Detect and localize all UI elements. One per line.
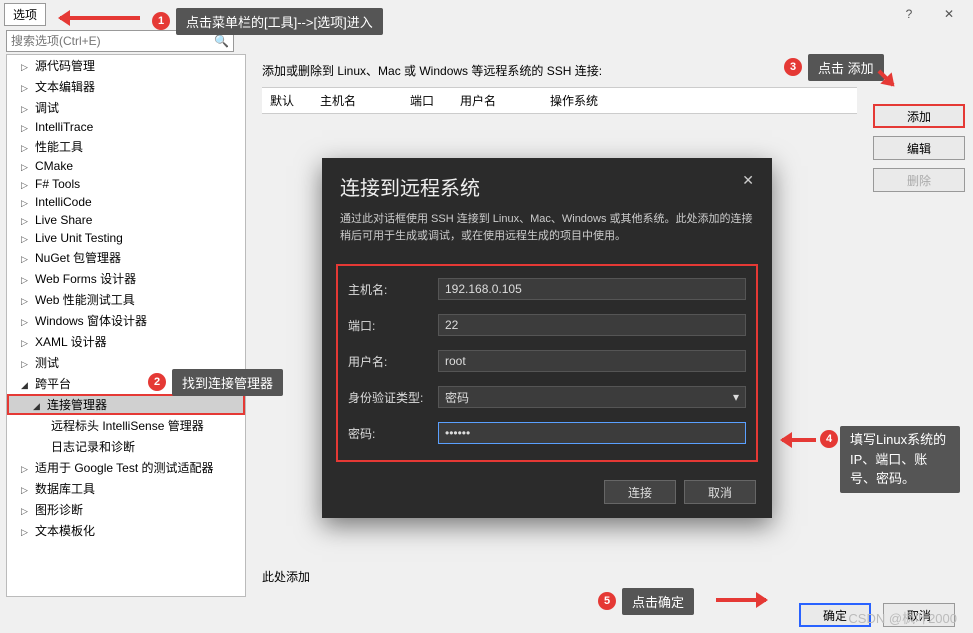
tree-item[interactable]: 文本模板化	[7, 520, 245, 541]
anno-badge-1: 1	[152, 12, 170, 30]
tree-item[interactable]: 文本编辑器	[7, 76, 245, 97]
edit-button[interactable]: 编辑	[873, 136, 965, 160]
connections-table-header: 默认 主机名 端口 用户名 操作系统	[262, 87, 857, 114]
panel-description: 添加或删除到 Linux、Mac 或 Windows 等远程系统的 SSH 连接…	[262, 62, 857, 79]
tree-child[interactable]: 日志记录和诊断	[7, 436, 245, 457]
tree-item[interactable]: IntelliTrace	[7, 118, 245, 136]
label-host: 主机名:	[348, 281, 438, 298]
anno-tip-1: 点击菜单栏的[工具]-->[选项]进入	[176, 8, 383, 35]
col-port: 端口	[402, 88, 452, 113]
auth-type-select[interactable]: 密码 ▾	[438, 386, 746, 408]
label-auth: 身份验证类型:	[348, 389, 438, 406]
add-button[interactable]: 添加	[873, 104, 965, 128]
user-input[interactable]	[438, 350, 746, 372]
anno-badge-2: 2	[148, 373, 166, 391]
options-tree[interactable]: 源代码管理 文本编辑器 调试 IntelliTrace 性能工具 CMake F…	[6, 54, 246, 597]
close-icon[interactable]: ✕	[929, 7, 969, 21]
ok-button[interactable]: 确定	[799, 603, 871, 627]
tree-item[interactable]: Web 性能测试工具	[7, 289, 245, 310]
auth-type-value: 密码	[445, 389, 469, 406]
tree-item[interactable]: CMake	[7, 157, 245, 175]
tree-item[interactable]: 性能工具	[7, 136, 245, 157]
anno-arrow-5	[716, 598, 766, 602]
tree-item[interactable]: 源代码管理	[7, 55, 245, 76]
col-user: 用户名	[452, 88, 542, 113]
remote-form: 主机名: 端口: 用户名: 身份验证类型: 密码 ▾ 密码:	[336, 264, 758, 462]
anno-badge-4: 4	[820, 430, 838, 448]
tree-item[interactable]: 数据库工具	[7, 478, 245, 499]
dialog-cancel-button[interactable]: 取消	[684, 480, 756, 504]
help-icon[interactable]: ?	[889, 7, 929, 21]
col-os: 操作系统	[542, 88, 857, 113]
dialog-description: 通过此对话框使用 SSH 连接到 Linux、Mac、Windows 或其他系统…	[322, 205, 772, 256]
connect-remote-dialog: 连接到远程系统 ✕ 通过此对话框使用 SSH 连接到 Linux、Mac、Win…	[322, 158, 772, 518]
anno-badge-3: 3	[784, 58, 802, 76]
chevron-down-icon: ▾	[733, 390, 739, 404]
tree-child[interactable]: 远程标头 IntelliSense 管理器	[7, 415, 245, 436]
delete-button[interactable]: 删除	[873, 168, 965, 192]
anno-arrow-1	[60, 16, 140, 20]
cancel-button[interactable]: 取消	[883, 603, 955, 627]
tree-item[interactable]: 图形诊断	[7, 499, 245, 520]
tree-item[interactable]: 调试	[7, 97, 245, 118]
tree-item[interactable]: Live Unit Testing	[7, 229, 245, 247]
anno-tip-5: 点击确定	[622, 588, 694, 615]
connect-button[interactable]: 连接	[604, 480, 676, 504]
tree-item[interactable]: Live Share	[7, 211, 245, 229]
search-input[interactable]	[11, 34, 214, 48]
col-default: 默认	[262, 88, 312, 113]
tree-item[interactable]: Windows 窗体设计器	[7, 310, 245, 331]
options-title-tab: 选项	[4, 3, 46, 26]
port-input[interactable]	[438, 314, 746, 336]
footer-text: 此处添加	[262, 568, 310, 585]
dialog-title: 连接到远程系统	[340, 172, 480, 201]
label-port: 端口:	[348, 317, 438, 334]
tree-item[interactable]: NuGet 包管理器	[7, 247, 245, 268]
anno-arrow-4	[782, 438, 816, 442]
tree-item[interactable]: IntelliCode	[7, 193, 245, 211]
tree-item[interactable]: XAML 设计器	[7, 331, 245, 352]
anno-tip-2: 找到连接管理器	[172, 369, 283, 396]
label-password: 密码:	[348, 425, 438, 442]
tree-item-connection-manager[interactable]: 连接管理器	[7, 394, 245, 415]
anno-tip-3: 点击 添加	[808, 54, 884, 81]
col-host: 主机名	[312, 88, 402, 113]
host-input[interactable]	[438, 278, 746, 300]
anno-tip-4: 填写Linux系统的IP、端口、账号、密码。	[840, 426, 960, 493]
search-icon: 🔍	[214, 34, 229, 48]
tree-item[interactable]: Web Forms 设计器	[7, 268, 245, 289]
dialog-close-icon[interactable]: ✕	[742, 172, 754, 201]
label-user: 用户名:	[348, 353, 438, 370]
password-input[interactable]	[438, 422, 746, 444]
anno-badge-5: 5	[598, 592, 616, 610]
tree-item[interactable]: 适用于 Google Test 的测试适配器	[7, 457, 245, 478]
tree-item[interactable]: F# Tools	[7, 175, 245, 193]
